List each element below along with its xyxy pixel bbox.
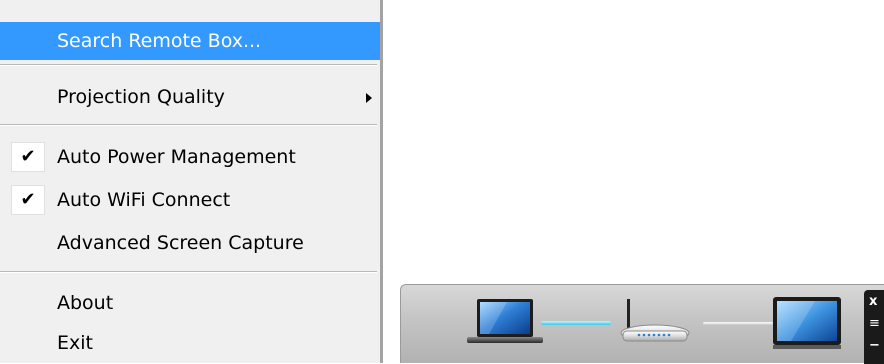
menu-item-advanced-screen-capture[interactable]: Advanced Screen Capture: [0, 224, 380, 262]
connection-line-laptop-router: [541, 321, 611, 325]
menu-item-label: Auto Power Management: [57, 146, 296, 168]
menu-item-label: Search Remote Box...: [57, 30, 262, 52]
menu-item-label: Advanced Screen Capture: [57, 232, 304, 254]
menu-item-exit[interactable]: Exit: [0, 324, 380, 362]
menu-item-search-remote-box[interactable]: Search Remote Box...: [0, 22, 380, 60]
close-icon[interactable]: x: [869, 294, 877, 309]
menu-separator: [0, 271, 377, 273]
submenu-arrow-icon: [366, 93, 372, 103]
checkmark-icon: ✔: [11, 185, 45, 215]
menu-item-label: Auto WiFi Connect: [57, 189, 231, 211]
menu-item-auto-power-management[interactable]: ✔ Auto Power Management: [0, 138, 380, 176]
menu-item-auto-wifi-connect[interactable]: ✔ Auto WiFi Connect: [0, 181, 380, 219]
laptop-icon: [467, 299, 543, 343]
minimize-icon[interactable]: −: [869, 338, 880, 353]
router-icon: [620, 299, 690, 342]
side-control-panel: x ≡ −: [864, 290, 884, 364]
menu-separator: [0, 64, 377, 66]
menu-icon[interactable]: ≡: [869, 316, 880, 331]
context-menu: Search Remote Box... Projection Quality …: [0, 0, 383, 363]
connection-line-router-monitor: [703, 322, 773, 325]
menu-item-label: About: [57, 292, 114, 314]
menu-item-label: Projection Quality: [57, 86, 225, 108]
menu-item-about[interactable]: About: [0, 284, 380, 322]
monitor-icon: [773, 297, 841, 349]
menu-item-label: Exit: [57, 332, 93, 354]
menu-separator: [0, 124, 377, 126]
checkmark-icon: ✔: [11, 142, 45, 172]
menu-item-projection-quality[interactable]: Projection Quality: [0, 78, 380, 116]
connection-status-bar: x ≡ −: [400, 284, 884, 364]
